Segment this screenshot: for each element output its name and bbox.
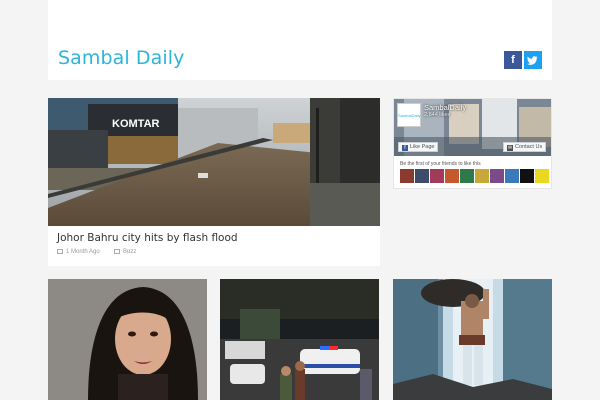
facebook-page-logo[interactable]: SambalDaily [397, 103, 421, 127]
featured-article-image[interactable]: KOMTAR [48, 98, 380, 226]
avatar[interactable] [430, 169, 444, 183]
avatar[interactable] [490, 169, 504, 183]
twitter-icon[interactable] [524, 51, 542, 69]
featured-article-card[interactable]: KOMTAR Johor Bahru city hits by flash fl… [48, 98, 380, 266]
friends-like-text: Be the first of your friends to like thi… [400, 161, 481, 167]
facebook-page-name[interactable]: SambalDaily [424, 103, 466, 112]
like-page-button[interactable]: f Like Page [398, 142, 439, 152]
message-icon: ✉ [507, 145, 513, 151]
featured-article-title[interactable]: Johor Bahru city hits by flash flood [57, 232, 238, 244]
article-time-text: 1 Month Ago [66, 249, 100, 255]
article-time: 1 Month Ago [57, 249, 100, 255]
calendar-icon [57, 249, 63, 254]
contact-us-button[interactable]: ✉ Contact Us [503, 142, 547, 152]
friend-avatars [400, 169, 549, 183]
article-category[interactable]: Buzz [114, 249, 136, 255]
avatar[interactable] [535, 169, 549, 183]
facebook-like-count: 2,844 likes [424, 112, 451, 118]
tag-icon [114, 249, 120, 254]
like-page-label: Like Page [410, 144, 435, 150]
avatar[interactable] [415, 169, 429, 183]
site-header: Sambal Daily f [48, 0, 552, 80]
article-thumbnail-portrait[interactable] [48, 279, 207, 400]
contact-us-label: Contact Us [515, 144, 543, 150]
avatar[interactable] [460, 169, 474, 183]
article-category-text[interactable]: Buzz [123, 249, 136, 255]
avatar[interactable] [505, 169, 519, 183]
avatar[interactable] [520, 169, 534, 183]
avatar[interactable] [475, 169, 489, 183]
facebook-page-widget: SambalDaily SambalDaily 2,844 likes f Lik… [393, 98, 552, 189]
article-thumbnail-waterfall[interactable] [393, 279, 552, 400]
facebook-icon[interactable]: f [504, 51, 522, 69]
komtar-sign: KOMTAR [112, 118, 160, 130]
facebook-icon: f [402, 145, 408, 151]
article-thumbnail-police[interactable] [220, 279, 379, 400]
avatar[interactable] [400, 169, 414, 183]
avatar[interactable] [445, 169, 459, 183]
site-title[interactable]: Sambal Daily [58, 47, 185, 69]
